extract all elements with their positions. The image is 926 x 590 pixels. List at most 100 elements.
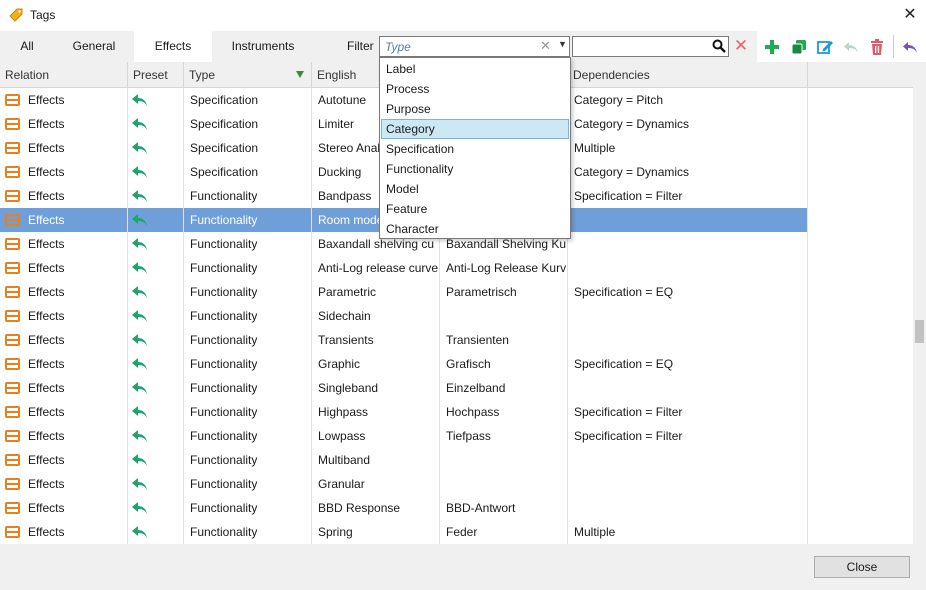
preset-undo-icon[interactable] bbox=[131, 405, 149, 419]
preset-undo-icon[interactable] bbox=[131, 237, 149, 251]
cell-german: Feder bbox=[446, 525, 478, 539]
preset-undo-icon[interactable] bbox=[131, 429, 149, 443]
cell-german: Anti-Log Release Kurv bbox=[446, 261, 567, 275]
cell-type: Specification bbox=[190, 93, 259, 107]
window-close-button[interactable]: ✕ bbox=[898, 5, 922, 25]
table-row[interactable]: Effects Functionality Singleband Einzelband bbox=[0, 376, 808, 400]
edit-icon[interactable] bbox=[816, 38, 834, 56]
preset-undo-icon[interactable] bbox=[131, 93, 149, 107]
dropdown-option[interactable]: Model bbox=[381, 179, 569, 199]
clear-search-icon[interactable]: ✕ bbox=[733, 37, 749, 55]
filter-type-combo[interactable]: Type ✕ ▼ bbox=[379, 36, 570, 57]
cell-relation: Effects bbox=[28, 333, 65, 347]
dropdown-option[interactable]: Label bbox=[381, 59, 569, 79]
revert-icon[interactable] bbox=[901, 38, 919, 56]
cell-german: Hochpass bbox=[446, 405, 500, 419]
table-row[interactable]: Effects Functionality Lowpass Tiefpass Speci… bbox=[0, 424, 808, 448]
cell-english: Sidechain bbox=[318, 309, 371, 323]
cell-english: Graphic bbox=[318, 357, 361, 371]
cell-german: Transienten bbox=[446, 333, 509, 347]
column-header-type[interactable]: Type bbox=[184, 62, 312, 88]
column-header-relation[interactable]: Relation bbox=[0, 62, 128, 88]
table-row[interactable]: Effects Functionality Transients Transiente… bbox=[0, 328, 808, 352]
search-input[interactable] bbox=[572, 36, 729, 57]
table-row[interactable]: Effects Functionality BBD Response BBD-Antw… bbox=[0, 496, 808, 520]
cell-english: Singleband bbox=[318, 381, 379, 395]
preset-undo-icon[interactable] bbox=[131, 213, 149, 227]
table-row[interactable]: Effects Functionality Granular bbox=[0, 472, 808, 496]
preset-undo-icon[interactable] bbox=[131, 525, 149, 539]
table-row[interactable]: Effects Functionality Anti-Log release cur… bbox=[0, 256, 808, 280]
cell-english: Granular bbox=[318, 477, 365, 491]
cell-german: BBD-Antwort bbox=[446, 501, 516, 515]
filter-type-dropdown: Label Process Purpose Category Specification… bbox=[379, 57, 571, 239]
preset-undo-icon[interactable] bbox=[131, 357, 149, 371]
cell-type: Functionality bbox=[190, 405, 258, 419]
tag-icon bbox=[9, 8, 23, 22]
cell-dependencies: Specification = EQ bbox=[574, 285, 674, 299]
cell-type: Specification bbox=[190, 165, 259, 179]
preset-undo-icon[interactable] bbox=[131, 189, 149, 203]
preset-undo-icon[interactable] bbox=[131, 453, 149, 467]
table-row[interactable]: Effects Functionality Multiband bbox=[0, 448, 808, 472]
tab-instruments[interactable]: Instruments bbox=[212, 31, 314, 62]
preset-undo-icon[interactable] bbox=[131, 381, 149, 395]
dropdown-option[interactable]: Functionality bbox=[381, 159, 569, 179]
scrollbar-thumb[interactable] bbox=[915, 320, 924, 343]
relation-icon bbox=[5, 310, 20, 322]
dropdown-option[interactable]: Category bbox=[381, 119, 569, 139]
delete-icon[interactable] bbox=[868, 38, 886, 56]
undo-icon[interactable] bbox=[842, 38, 860, 56]
preset-undo-icon[interactable] bbox=[131, 285, 149, 299]
cell-english: Spring bbox=[318, 525, 353, 539]
footer: Close bbox=[0, 544, 926, 590]
dropdown-option[interactable]: Process bbox=[381, 79, 569, 99]
relation-icon bbox=[5, 358, 20, 370]
preset-undo-icon[interactable] bbox=[131, 141, 149, 155]
relation-icon bbox=[5, 430, 20, 442]
cell-english: Lowpass bbox=[318, 429, 366, 443]
preset-undo-icon[interactable] bbox=[131, 309, 149, 323]
cell-dependencies bbox=[568, 232, 807, 256]
preset-undo-icon[interactable] bbox=[131, 117, 149, 131]
preset-undo-icon[interactable] bbox=[131, 501, 149, 515]
tab-effects[interactable]: Effects bbox=[134, 31, 212, 62]
dropdown-option[interactable]: Specification bbox=[381, 139, 569, 159]
preset-undo-icon[interactable] bbox=[131, 333, 149, 347]
chevron-down-icon[interactable]: ▼ bbox=[558, 39, 567, 49]
preset-undo-icon[interactable] bbox=[131, 165, 149, 179]
cell-dependencies bbox=[568, 472, 807, 496]
tab-all[interactable]: All bbox=[0, 31, 54, 62]
cell-type: Specification bbox=[190, 141, 259, 155]
cell-relation: Effects bbox=[28, 453, 65, 467]
table-row[interactable]: Effects Functionality Parametric Parametris… bbox=[0, 280, 808, 304]
tab-general[interactable]: General bbox=[54, 31, 134, 62]
duplicate-icon[interactable] bbox=[790, 38, 808, 56]
cell-type: Functionality bbox=[190, 285, 258, 299]
filter-label: Filter bbox=[347, 39, 374, 53]
preset-undo-icon[interactable] bbox=[131, 477, 149, 491]
title-bar: Tags ✕ bbox=[0, 0, 926, 31]
cell-relation: Effects bbox=[28, 357, 65, 371]
dropdown-option[interactable]: Purpose bbox=[381, 99, 569, 119]
table-row[interactable]: Effects Functionality Graphic Grafisch Speci… bbox=[0, 352, 808, 376]
search-icon[interactable] bbox=[712, 39, 726, 53]
relation-icon bbox=[5, 118, 20, 130]
dropdown-option[interactable]: Character bbox=[381, 219, 569, 239]
relation-icon bbox=[5, 382, 20, 394]
cell-dependencies: Specification = Filter bbox=[574, 405, 683, 419]
column-header-dependencies[interactable]: Dependencies bbox=[568, 62, 808, 88]
close-button[interactable]: Close bbox=[814, 556, 910, 578]
table-row[interactable]: Effects Functionality Highpass Hochpass Spec… bbox=[0, 400, 808, 424]
preset-undo-icon[interactable] bbox=[131, 261, 149, 275]
vertical-scrollbar[interactable] bbox=[913, 62, 926, 544]
table-row[interactable]: Effects Functionality Sidechain bbox=[0, 304, 808, 328]
column-header-preset[interactable]: Preset bbox=[128, 62, 184, 88]
add-icon[interactable] bbox=[763, 38, 781, 56]
dropdown-option[interactable]: Feature bbox=[381, 199, 569, 219]
filter-clear-icon[interactable]: ✕ bbox=[540, 38, 551, 54]
cell-german: Parametrisch bbox=[446, 285, 517, 299]
table-row[interactable]: Effects Functionality Spring Feder Multiple bbox=[0, 520, 808, 544]
tags-window: Tags ✕ All General Effects Instruments F… bbox=[0, 0, 926, 590]
relation-icon bbox=[5, 526, 20, 538]
